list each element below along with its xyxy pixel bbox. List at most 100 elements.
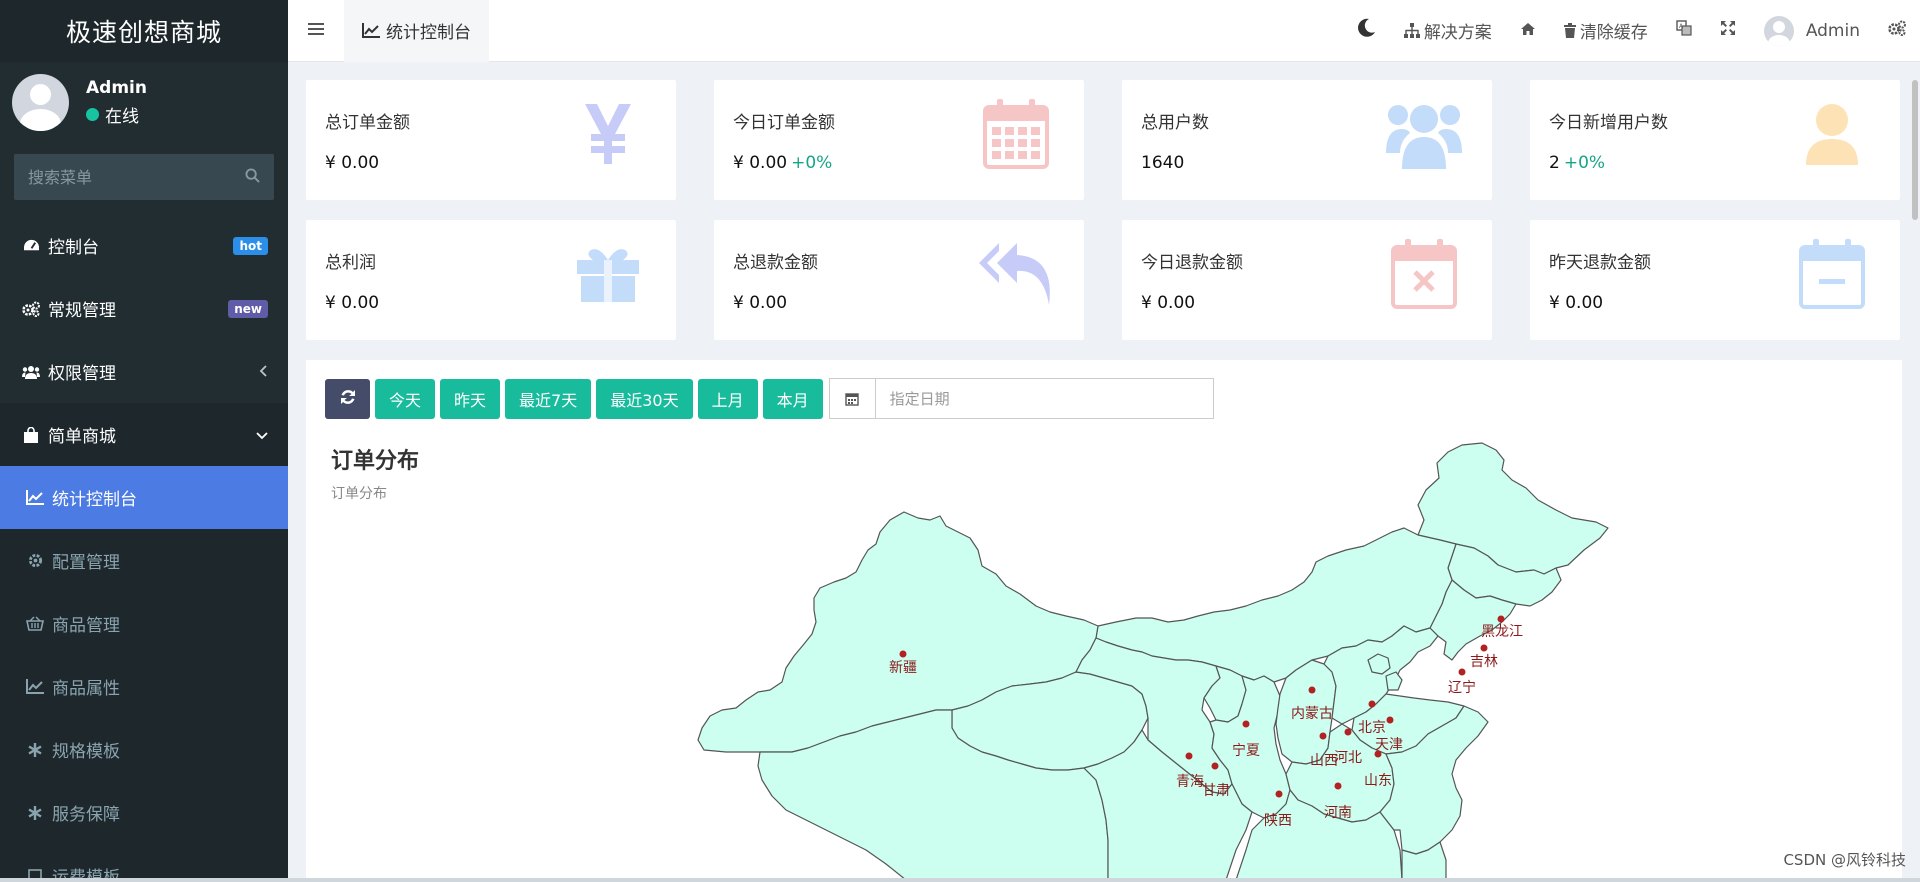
user-menu[interactable]: Admin — [1750, 0, 1874, 62]
refresh-button[interactable] — [325, 378, 370, 419]
sidebar-item-label: 商品属性 — [52, 679, 120, 699]
sitemap-icon — [1403, 23, 1420, 38]
line-chart-icon — [362, 23, 380, 38]
sidebar-item-label: 常规管理 — [48, 301, 116, 321]
province-point[interactable] — [899, 650, 907, 658]
sidebar-item-service[interactable]: 服务保障 — [0, 781, 288, 844]
navbar-right: 解决方案 清除缓存 A Admin — [1342, 0, 1920, 62]
filter-last7-button[interactable]: 最近7天 — [505, 378, 592, 419]
stats-grid: 总订单金额 ¥ 0.00 今日订单金额 ¥ 0.00 +0% 总用户数 1640 … — [306, 80, 1902, 340]
group-icon — [20, 365, 42, 379]
asterisk-icon — [24, 805, 46, 820]
province-label: 山西 — [1310, 753, 1338, 769]
calendar-icon[interactable] — [829, 379, 876, 418]
stat-card-today-refund: 今日退款金额 ¥ 0.00 — [1122, 220, 1492, 340]
search-icon[interactable] — [245, 167, 260, 187]
page-scrollbar[interactable] — [1912, 80, 1918, 220]
sidebar-item-stats-dashboard[interactable]: 统计控制台 — [0, 466, 288, 529]
watermark: CSDN @风铃科技 — [1783, 851, 1906, 869]
province-point[interactable] — [1211, 762, 1219, 770]
clear-cache-button[interactable]: 清除缓存 — [1550, 0, 1662, 62]
province-point[interactable] — [1480, 644, 1488, 652]
user-panel: Admin 在线 — [0, 62, 288, 142]
filter-this-month-button[interactable]: 本月 — [762, 378, 823, 419]
filter-today-button[interactable]: 今天 — [375, 378, 436, 419]
sidebar-item-permissions[interactable]: 权限管理 — [0, 340, 288, 403]
main-content: 总订单金额 ¥ 0.00 今日订单金额 ¥ 0.00 +0% 总用户数 1640 … — [288, 62, 1920, 882]
sidebar-item-label: 简单商城 — [48, 427, 116, 447]
stat-card-today-new-users: 今日新增用户数 2 +0% — [1530, 80, 1900, 200]
tab-stats-dashboard[interactable]: 统计控制台 — [344, 0, 489, 62]
fullscreen-button[interactable] — [1706, 0, 1750, 62]
sidebar-item-shipping[interactable]: 运费模板 — [0, 844, 288, 882]
calendar-icon — [978, 96, 1054, 172]
province-label: 吉林 — [1470, 654, 1498, 670]
province-point[interactable] — [1319, 732, 1327, 740]
sidebar-item-general[interactable]: 常规管理 new — [0, 277, 288, 340]
sidebar-item-attributes[interactable]: 商品属性 — [0, 655, 288, 718]
dashboard-icon — [20, 238, 42, 253]
stat-change: +0% — [1563, 153, 1606, 173]
search-input[interactable] — [28, 167, 245, 187]
sidebar-item-spec-templates[interactable]: 规格模板 — [0, 718, 288, 781]
sidebar-item-shop[interactable]: 简单商城 — [0, 403, 288, 466]
shopping-bag-icon — [20, 426, 42, 443]
order-distribution-panel: 新疆 黑龙江 吉林 辽宁 内蒙古 北京 天津 河北 山西 宁夏 青海 甘肃 山东 河南 陕西 今天 昨天 最… — [306, 360, 1902, 880]
date-picker — [828, 378, 1214, 419]
clear-cache-label: 清除缓存 — [1579, 23, 1648, 43]
asterisk-icon — [24, 742, 46, 757]
sidebar-item-label: 权限管理 — [48, 364, 116, 384]
sidebar-item-products[interactable]: 商品管理 — [0, 592, 288, 655]
theme-toggle-button[interactable] — [1342, 0, 1390, 62]
filter-last30-button[interactable]: 最近30天 — [596, 378, 693, 419]
basket-icon — [24, 616, 46, 631]
date-filter-toolbar: 今天 昨天 最近7天 最近30天 上月 本月 — [325, 378, 1883, 419]
province-point[interactable] — [1308, 686, 1316, 694]
settings-button[interactable] — [1874, 0, 1920, 62]
online-dot-icon — [86, 107, 99, 121]
province-point[interactable] — [1458, 668, 1466, 676]
solutions-link[interactable]: 解决方案 — [1390, 0, 1506, 62]
province-point[interactable] — [1386, 716, 1394, 724]
filter-last-month-button[interactable]: 上月 — [697, 378, 758, 419]
province-label: 陕西 — [1264, 813, 1292, 829]
sidebar-toggle-button[interactable] — [288, 0, 344, 62]
province-point[interactable] — [1242, 720, 1250, 728]
hamburger-icon — [308, 21, 324, 40]
chart-subtitle: 订单分布 — [331, 486, 387, 502]
stat-change: +0% — [791, 153, 833, 173]
stat-card-total-users: 总用户数 1640 — [1122, 80, 1492, 200]
bottom-bar — [0, 878, 1920, 882]
stat-card-total-order-amount: 总订单金额 ¥ 0.00 — [306, 80, 676, 200]
menu-search — [14, 154, 274, 200]
province-label: 黑龙江 — [1481, 624, 1523, 640]
province-label: 天津 — [1375, 737, 1403, 753]
home-icon — [1520, 21, 1536, 41]
province-point[interactable] — [1497, 615, 1505, 623]
home-button[interactable] — [1506, 0, 1550, 62]
province-point[interactable] — [1344, 728, 1352, 736]
brand-logo[interactable]: 极速创想商城 — [0, 0, 288, 62]
province-label: 青海 — [1176, 774, 1204, 790]
line-chart-icon — [24, 679, 46, 694]
date-input[interactable] — [875, 379, 1213, 418]
gift-icon — [570, 236, 646, 312]
province-point[interactable] — [1334, 782, 1342, 790]
sidebar-item-label: 商品管理 — [52, 616, 120, 636]
sidebar-item-dashboard[interactable]: 控制台 hot — [0, 214, 288, 277]
gears-icon — [1888, 20, 1906, 41]
province-point[interactable] — [1185, 752, 1193, 760]
province-label: 甘肃 — [1202, 783, 1230, 799]
trash-icon — [1563, 23, 1576, 38]
province-point[interactable] — [1368, 700, 1376, 708]
china-map[interactable]: 新疆 黑龙江吉林辽宁内蒙古北京天津河北山西 宁夏青海甘肃 山东河南陕西 — [306, 360, 1902, 880]
sidebar-item-label: 服务保障 — [52, 805, 120, 825]
province-point[interactable] — [1275, 790, 1283, 798]
region-tianjin — [1385, 671, 1403, 691]
user-status: 在线 — [86, 102, 147, 127]
filter-yesterday-button[interactable]: 昨天 — [440, 378, 501, 419]
language-button[interactable]: A — [1662, 0, 1706, 62]
hot-badge: hot — [233, 236, 268, 255]
calendar-times-icon — [1386, 236, 1462, 312]
sidebar-item-config[interactable]: 配置管理 — [0, 529, 288, 592]
